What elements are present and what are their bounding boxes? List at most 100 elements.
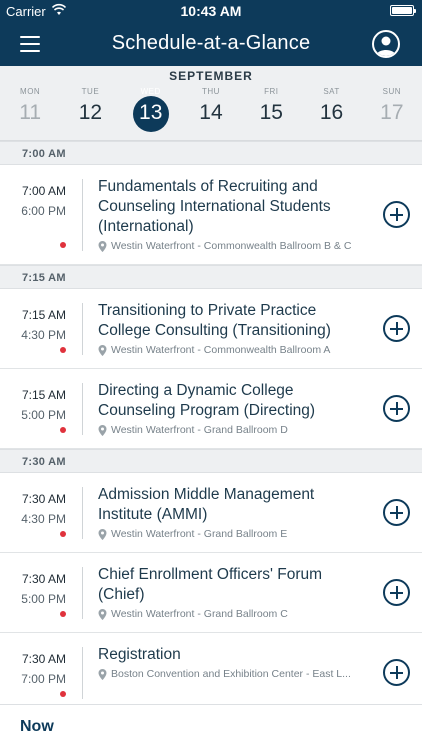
session-times: 7:15 AM 5:00 PM: [8, 385, 66, 425]
session-info: Directing a Dynamic College Counseling P…: [98, 381, 370, 436]
add-to-schedule-button[interactable]: [383, 315, 410, 342]
session-location: Westin Waterfront - Grand Ballroom E: [98, 528, 370, 540]
day-sun[interactable]: SUN 17: [362, 84, 422, 136]
week-days: MON 11 TUE 12 WED 13 THU 14 FRI 15 SAT 1…: [0, 84, 422, 136]
session-start-time: 7:15 AM: [21, 388, 66, 402]
status-dot: [60, 611, 66, 617]
day-mon[interactable]: MON 11: [0, 84, 60, 136]
row-divider: [82, 487, 83, 539]
day-thu[interactable]: THU 14: [181, 84, 241, 136]
month-label: SEPTEMBER: [169, 69, 253, 83]
status-dot: [60, 242, 66, 248]
location-pin-icon: [98, 668, 107, 680]
status-dot: [60, 347, 66, 353]
day-name: SAT: [323, 87, 340, 96]
session-row[interactable]: 7:15 AM 5:00 PM Directing a Dynamic Coll…: [0, 369, 422, 449]
location-pin-icon: [98, 528, 107, 540]
row-divider: [82, 647, 83, 699]
session-start-time: 7:00 AM: [21, 184, 66, 198]
battery-icon: [390, 5, 416, 16]
session-title: Registration: [98, 646, 181, 663]
session-times: 7:30 AM 4:30 PM: [8, 489, 66, 529]
session-location: Westin Waterfront - Grand Ballroom D: [98, 424, 370, 436]
day-name: THU: [202, 87, 220, 96]
day-fri[interactable]: FRI 15: [241, 84, 301, 136]
row-divider: [82, 567, 83, 619]
session-row[interactable]: 7:30 AM 4:30 PM Admission Middle Managem…: [0, 473, 422, 553]
session-title: Admission Middle Management Institute (A…: [98, 486, 315, 523]
status-dot: [60, 427, 66, 433]
session-start-time: 7:30 AM: [21, 492, 66, 506]
session-title: Chief Enrollment Officers' Forum (Chief): [98, 566, 323, 603]
session-start-time: 7:15 AM: [21, 308, 66, 322]
location-text: Westin Waterfront - Commonwealth Ballroo…: [111, 240, 352, 252]
day-number: 15: [259, 101, 283, 124]
session-info: Fundamentals of Recruiting and Counselin…: [98, 177, 370, 252]
jump-to-now-button[interactable]: Now: [20, 718, 54, 736]
session-info: Registration Boston Convention and Exhib…: [98, 645, 370, 680]
session-row[interactable]: 7:30 AM 7:00 PM Registration Boston Conv…: [0, 633, 422, 704]
session-title: Fundamentals of Recruiting and Counselin…: [98, 178, 331, 235]
time-section-header: 7:15 AM: [0, 265, 422, 289]
week-calendar: SEPTEMBER MON 11 TUE 12 WED 13 THU 14 FR…: [0, 66, 422, 141]
add-to-schedule-button[interactable]: [383, 395, 410, 422]
session-end-time: 4:30 PM: [21, 512, 66, 526]
time-section-header: 7:00 AM: [0, 141, 422, 165]
user-profile-icon[interactable]: [372, 30, 400, 58]
location-pin-icon: [98, 608, 107, 620]
session-info: Chief Enrollment Officers' Forum (Chief)…: [98, 565, 370, 620]
session-start-time: 7:30 AM: [21, 652, 66, 666]
status-bar: Carrier 10:43 AM: [0, 0, 422, 22]
session-times: 7:30 AM 5:00 PM: [8, 569, 66, 609]
day-number: 16: [319, 101, 344, 124]
session-row[interactable]: 7:15 AM 4:30 PM Transitioning to Private…: [0, 289, 422, 369]
day-tue[interactable]: TUE 12: [60, 84, 120, 136]
session-times: 7:30 AM 7:00 PM: [8, 649, 66, 689]
day-sat[interactable]: SAT 16: [301, 84, 361, 136]
schedule-list[interactable]: 7:00 AM 7:00 AM 6:00 PM Fundamentals of …: [0, 141, 422, 704]
session-end-time: 6:00 PM: [21, 204, 66, 218]
day-wed-selected[interactable]: WED 13: [121, 84, 181, 136]
session-times: 7:00 AM 6:00 PM: [8, 181, 66, 221]
session-location: Westin Waterfront - Grand Ballroom C: [98, 608, 370, 620]
day-number: 14: [199, 101, 223, 124]
session-row[interactable]: 7:00 AM 6:00 PM Fundamentals of Recruiti…: [0, 165, 422, 265]
bottom-bar: Now: [0, 704, 422, 750]
row-divider: [82, 179, 83, 251]
session-end-time: 7:00 PM: [21, 672, 66, 686]
day-number: 11: [19, 101, 42, 124]
day-number: 13: [139, 101, 163, 124]
session-start-time: 7:30 AM: [21, 572, 66, 586]
session-location: Westin Waterfront - Commonwealth Ballroo…: [98, 240, 370, 252]
session-end-time: 4:30 PM: [21, 328, 66, 342]
page-title: Schedule-at-a-Glance: [111, 32, 311, 54]
status-dot: [60, 531, 66, 537]
day-name: SUN: [382, 87, 402, 96]
session-row[interactable]: 7:30 AM 5:00 PM Chief Enrollment Officer…: [0, 553, 422, 633]
session-end-time: 5:00 PM: [21, 408, 66, 422]
add-to-schedule-button[interactable]: [383, 499, 410, 526]
session-title: Directing a Dynamic College Counseling P…: [98, 382, 316, 419]
status-time: 10:43 AM: [180, 3, 242, 19]
session-info: Transitioning to Private Practice Colleg…: [98, 301, 370, 356]
add-to-schedule-button[interactable]: [383, 659, 410, 686]
add-to-schedule-button[interactable]: [383, 201, 410, 228]
session-times: 7:15 AM 4:30 PM: [8, 305, 66, 345]
session-end-time: 5:00 PM: [21, 592, 66, 606]
day-number: 12: [78, 101, 103, 124]
location-text: Westin Waterfront - Grand Ballroom D: [111, 424, 288, 436]
session-info: Admission Middle Management Institute (A…: [98, 485, 370, 540]
session-location: Boston Convention and Exhibition Center …: [98, 668, 370, 680]
day-name: FRI: [264, 87, 279, 96]
day-name: WED: [140, 87, 161, 96]
day-name: MON: [20, 87, 41, 96]
location-text: Westin Waterfront - Commonwealth Ballroo…: [111, 344, 331, 356]
session-title: Transitioning to Private Practice Colleg…: [98, 302, 331, 339]
location-pin-icon: [98, 240, 107, 252]
day-number: 17: [380, 101, 404, 124]
location-pin-icon: [98, 424, 107, 436]
row-divider: [82, 383, 83, 435]
location-text: Westin Waterfront - Grand Ballroom E: [111, 528, 288, 540]
location-text: Boston Convention and Exhibition Center …: [111, 668, 351, 680]
add-to-schedule-button[interactable]: [383, 579, 410, 606]
